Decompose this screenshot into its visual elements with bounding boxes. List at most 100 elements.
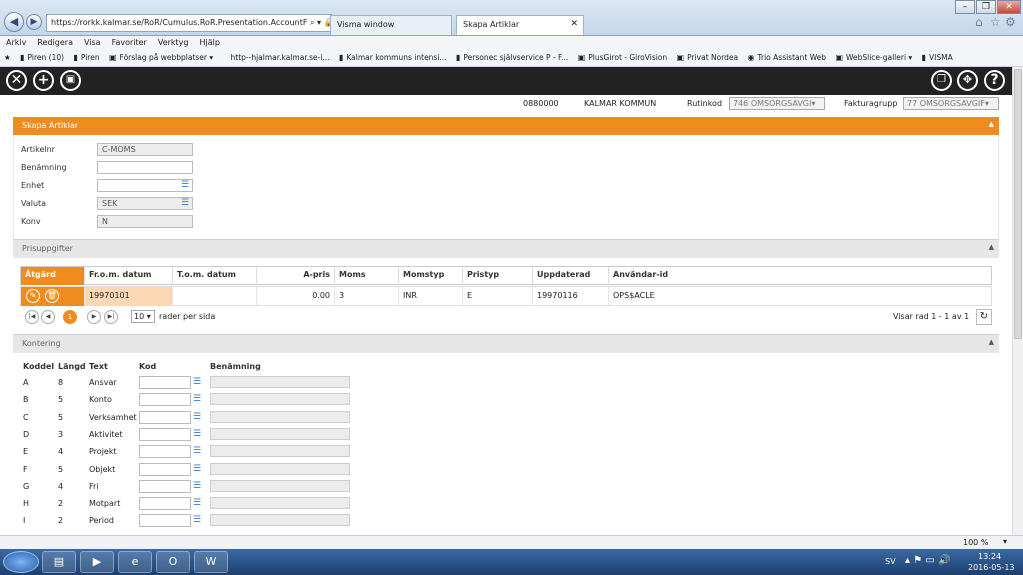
kod-lookup-icon[interactable]: ☰ xyxy=(191,464,203,475)
kod-input[interactable] xyxy=(139,462,191,476)
col-moms[interactable]: Moms xyxy=(335,267,399,285)
menu-arkiv[interactable]: Arkiv xyxy=(0,36,31,47)
kod-lookup-icon[interactable]: ☰ xyxy=(191,515,203,526)
zoom-dropdown-icon[interactable]: ▾ xyxy=(1003,537,1007,546)
minimize-button[interactable]: – xyxy=(955,0,975,14)
outlook-icon[interactable]: O xyxy=(156,551,190,573)
col-apris[interactable]: A-pris xyxy=(257,267,335,285)
col-tom[interactable]: T.o.m. datum xyxy=(173,267,257,285)
kod-lookup-icon[interactable]: ☰ xyxy=(191,377,203,388)
kod-lookup-icon[interactable]: ☰ xyxy=(191,498,203,509)
restore-button[interactable]: ❐ xyxy=(976,0,996,14)
clock-date[interactable]: 2016-05-13 xyxy=(968,563,1015,572)
fakturagrupp-select[interactable]: 77 OMSORGSAVGIF▾ xyxy=(903,97,999,110)
edit-icon[interactable]: ✎ xyxy=(26,289,40,303)
address-bar[interactable]: https://rorkk.kalmar.se/RoR/Cumulus.RoR.… xyxy=(46,14,332,32)
scroll-thumb[interactable] xyxy=(1014,69,1022,339)
kod-input[interactable] xyxy=(139,410,191,424)
skapa-artiklar-header[interactable]: Skapa Artiklar ▲ xyxy=(13,117,999,135)
col-pristyp[interactable]: Pristyp xyxy=(463,267,533,285)
vertical-scrollbar[interactable] xyxy=(1012,67,1023,535)
kod-input[interactable] xyxy=(139,393,191,407)
clock-time[interactable]: 13:24 xyxy=(978,552,1001,561)
valuta-lookup-icon[interactable]: ☰ xyxy=(179,198,191,209)
delete-icon[interactable]: 🗑 xyxy=(45,289,59,303)
page-number[interactable]: 1 xyxy=(63,310,77,324)
menu-verktyg[interactable]: Verktyg xyxy=(152,36,194,47)
konv-field[interactable]: N xyxy=(97,215,193,228)
cell-moms[interactable]: 3 xyxy=(335,287,399,306)
forward-icon[interactable]: ▶ xyxy=(26,14,42,30)
collapse-icon[interactable]: ▲ xyxy=(989,338,994,346)
kod-lookup-icon[interactable]: ☰ xyxy=(191,394,203,405)
cell-tom[interactable] xyxy=(173,287,257,306)
benamning-field[interactable] xyxy=(97,161,193,174)
fav-item[interactable]: ▣ Privat Nordea xyxy=(677,53,739,62)
kod-lookup-icon[interactable]: ☰ xyxy=(191,412,203,423)
kod-input[interactable] xyxy=(139,427,191,441)
cell-anvandar[interactable]: OPS$ACLE xyxy=(609,287,991,306)
cell-uppdaterad[interactable]: 19970116 xyxy=(533,287,609,306)
menu-favoriter[interactable]: Favoriter xyxy=(106,36,152,47)
prev-page-icon[interactable]: ◀ xyxy=(41,310,55,324)
settings-gear-icon[interactable]: ⚙ xyxy=(1005,15,1016,29)
cell-apris[interactable]: 0.00 xyxy=(257,287,335,306)
help-icon[interactable]: ? xyxy=(984,70,1005,91)
internet-explorer-icon[interactable]: e xyxy=(118,551,152,573)
col-momstyp[interactable]: Momstyp xyxy=(399,267,463,285)
menu-redigera[interactable]: Redigera xyxy=(31,36,78,47)
cell-pristyp[interactable]: E xyxy=(463,287,533,306)
save-icon[interactable]: ▣ xyxy=(60,70,81,91)
kod-input[interactable] xyxy=(139,445,191,459)
zoom-level[interactable]: 100 % xyxy=(963,538,988,547)
kod-input[interactable] xyxy=(139,497,191,511)
add-icon[interactable]: + xyxy=(33,70,54,91)
fav-item[interactable]: ▮ VISMA xyxy=(922,53,953,62)
kod-lookup-icon[interactable]: ☰ xyxy=(191,481,203,492)
close-window-button[interactable]: ✕ xyxy=(997,0,1021,14)
kod-input[interactable] xyxy=(139,514,191,528)
collapse-icon[interactable]: ▲ xyxy=(989,243,994,251)
col-anvandar[interactable]: Användar-id xyxy=(609,267,993,285)
start-button-icon[interactable] xyxy=(3,551,39,573)
col-from[interactable]: Fr.o.m. datum xyxy=(85,267,173,285)
cell-from[interactable]: 19970101 xyxy=(85,287,173,306)
fav-item[interactable]: ▣ Förslag på webbplatser ▾ xyxy=(109,53,213,62)
fav-item[interactable]: http--hjalmar.kalmar.se-i... xyxy=(231,53,330,62)
move-icon[interactable]: ✥ xyxy=(957,70,978,91)
kod-lookup-icon[interactable]: ☰ xyxy=(191,446,203,457)
language-indicator[interactable]: SV xyxy=(885,557,896,566)
fav-item[interactable]: ▣ WebSlice-galleri ▾ xyxy=(835,53,912,62)
refresh-icon[interactable]: ↻ xyxy=(976,309,992,325)
first-page-icon[interactable]: |◀ xyxy=(25,310,39,324)
collapse-icon[interactable]: ▲ xyxy=(989,120,994,128)
col-uppdaterad[interactable]: Uppdaterad xyxy=(533,267,609,285)
fav-star-icon[interactable]: ★ xyxy=(4,53,11,62)
cell-momstyp[interactable]: INR xyxy=(399,287,463,306)
fav-item[interactable]: ▮ Personec självservice P - F... xyxy=(456,53,568,62)
favorites-star-icon[interactable]: ☆ xyxy=(990,15,1001,29)
fav-item[interactable]: ▣ PlusGirot - GiroVision xyxy=(578,53,667,62)
kod-lookup-icon[interactable]: ☰ xyxy=(191,429,203,440)
close-icon[interactable]: ✕ xyxy=(6,70,27,91)
rutinkod-select[interactable]: 746 OMSORGSAVGI▾ xyxy=(729,97,825,110)
last-page-icon[interactable]: ▶| xyxy=(104,310,118,324)
home-icon[interactable]: ⌂ xyxy=(975,15,983,29)
kod-input[interactable] xyxy=(139,479,191,493)
fav-item[interactable]: ◉ Trio Assistant Web xyxy=(748,53,827,62)
enhet-lookup-icon[interactable]: ☰ xyxy=(179,180,191,191)
copy-icon[interactable]: ❐ xyxy=(931,70,952,91)
kod-input[interactable] xyxy=(139,376,191,389)
back-icon[interactable]: ◀ xyxy=(4,12,24,32)
close-tab-icon[interactable]: ✕ xyxy=(570,19,578,29)
next-page-icon[interactable]: ▶ xyxy=(87,310,101,324)
menu-visa[interactable]: Visa xyxy=(78,36,106,47)
per-page-select[interactable]: 10 ▾ xyxy=(131,310,155,323)
kontering-header[interactable]: Kontering ▲ xyxy=(13,334,999,353)
explorer-icon[interactable]: ▤ xyxy=(42,551,76,573)
artikelnr-field[interactable]: C-MOMS xyxy=(97,143,193,156)
fav-item[interactable]: ▮ Piren (10) xyxy=(20,53,64,62)
tab-skapa-artiklar[interactable]: Skapa Artiklar ✕ xyxy=(456,15,584,35)
notification-icons[interactable]: ▴ ⚑ ▭ 🔊 xyxy=(905,555,950,566)
fav-item[interactable]: ▮ Kalmar kommuns intensi... xyxy=(339,53,447,62)
